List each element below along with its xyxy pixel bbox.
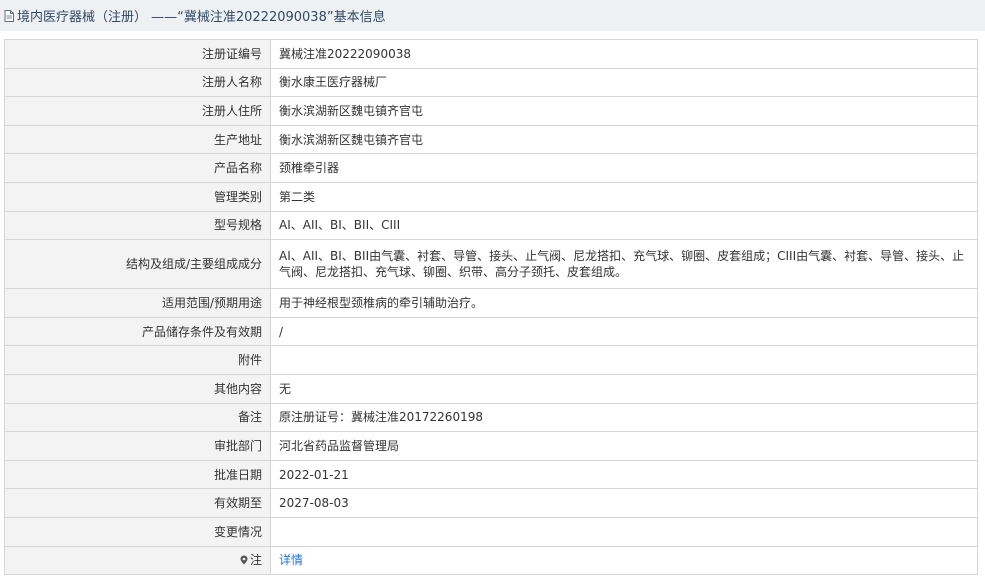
row-label: 附件 [4,345,271,375]
row-value: 衡水滨湖新区魏屯镇齐官屯 [270,124,978,155]
page-title: 境内医疗器械（注册） ——“冀械注准20222090038”基本信息 [17,10,386,25]
row-value: 颈椎牵引器 [270,153,978,183]
table-row: 生产地址 衡水滨湖新区魏屯镇齐官屯 [4,124,978,155]
table-row: 结构及组成/主要组成成分 AI、AII、BI、BII由气囊、衬套、导管、接头、止… [4,239,978,290]
table-row: 型号规格 AI、AII、BI、BII、CIII [4,210,978,241]
table-row: 有效期至 2027-08-03 [4,488,978,518]
row-value: 2027-08-03 [270,488,978,518]
row-value: 详情 [270,545,978,576]
row-value: 河北省药品监督管理局 [270,431,978,461]
row-label: 有效期至 [4,488,271,518]
row-label: 产品储存条件及有效期 [4,316,271,347]
row-value: 冀械注准20222090038 [270,39,978,69]
table-row: 批准日期 2022-01-21 [4,459,978,490]
row-label: 批准日期 [4,459,271,490]
table-row: 管理类别 第二类 [4,181,978,212]
table-row: 注册人住所 衡水滨湖新区魏屯镇齐官屯 [4,96,978,126]
row-value: 衡水滨湖新区魏屯镇齐官屯 [270,96,978,126]
row-value: 2022-01-21 [270,459,978,490]
row-label: 产品名称 [4,153,271,183]
row-label: 适用范围/预期用途 [4,288,271,318]
row-label: 注 [249,553,262,568]
row-value: / [270,316,978,347]
row-value: 原注册证号：冀械注准20172260198 [270,402,978,433]
note-label-cell: 注 [4,545,271,576]
details-link[interactable]: 详情 [279,553,303,567]
row-value [270,516,978,547]
row-value: 衡水康王医疗器械厂 [270,67,978,98]
row-value: AI、AII、BI、BII由气囊、衬套、导管、接头、止气阀、尼龙搭扣、充气球、铆… [270,239,978,290]
table-row: 附件 [4,345,978,375]
row-value [270,345,978,375]
table-row: 适用范围/预期用途 用于神经根型颈椎病的牵引辅助治疗。 [4,288,978,318]
detail-table-wrapper: 注册证编号 冀械注准20222090038 注册人名称 衡水康王医疗器械厂 注册… [4,39,978,576]
row-value: AI、AII、BI、BII、CIII [270,210,978,241]
table-row: 变更情况 [4,516,978,547]
row-value: 无 [270,373,978,404]
row-value: 用于神经根型颈椎病的牵引辅助治疗。 [270,288,978,318]
table-row: 产品储存条件及有效期 / [4,316,978,347]
row-label: 型号规格 [4,210,271,241]
row-label: 注册人住所 [4,96,271,126]
row-label: 其他内容 [4,373,271,404]
row-label: 审批部门 [4,431,271,461]
table-row: 其他内容 无 [4,373,978,404]
row-label: 备注 [4,402,271,433]
pin-icon [240,553,248,565]
table-row: 注册人名称 衡水康王医疗器械厂 [4,67,978,98]
table-row: 产品名称 颈椎牵引器 [4,153,978,183]
row-label: 变更情况 [4,516,271,547]
detail-table: 注册证编号 冀械注准20222090038 注册人名称 衡水康王医疗器械厂 注册… [4,39,978,576]
row-label: 管理类别 [4,181,271,212]
row-label: 生产地址 [4,124,271,155]
table-row: 审批部门 河北省药品监督管理局 [4,431,978,461]
table-row: 注册证编号 冀械注准20222090038 [4,39,978,69]
table-row: 注 详情 [4,545,978,576]
page-title-bar: 境内医疗器械（注册） ——“冀械注准20222090038”基本信息 [0,0,985,31]
row-value: 第二类 [270,181,978,212]
table-row: 备注 原注册证号：冀械注准20172260198 [4,402,978,433]
row-label: 注册人名称 [4,67,271,98]
document-icon [4,9,14,22]
row-label: 结构及组成/主要组成成分 [4,239,271,290]
row-label: 注册证编号 [4,39,271,69]
